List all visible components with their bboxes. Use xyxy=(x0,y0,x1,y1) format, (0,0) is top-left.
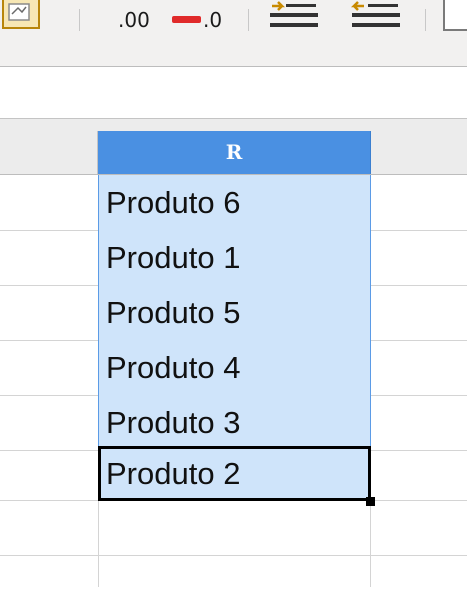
cell-text: Produto 1 xyxy=(106,240,241,275)
cell-r-5[interactable]: Produto 3 xyxy=(98,395,371,450)
border-icon[interactable] xyxy=(440,0,467,34)
sheet-header-divider xyxy=(0,118,467,132)
delete-decimal-place-button[interactable]: .0 xyxy=(203,9,222,31)
formula-bar-area xyxy=(0,67,467,118)
toolbar-separator xyxy=(248,9,249,31)
spreadsheet-grid: Produto 6 Produto 1 Produto 5 Produto 4 … xyxy=(0,175,467,587)
document-icon[interactable] xyxy=(2,0,40,36)
cell-r-1[interactable]: Produto 6 xyxy=(98,175,371,230)
cell-r-2[interactable]: Produto 1 xyxy=(98,230,371,285)
increase-indent-icon[interactable] xyxy=(268,0,320,32)
toolbar-bottom-area xyxy=(0,45,467,67)
empty-row[interactable] xyxy=(0,501,467,556)
cell-r-3[interactable]: Produto 5 xyxy=(98,285,371,340)
toolbar-separator xyxy=(425,9,426,31)
add-decimal-place-button[interactable]: .00 xyxy=(118,9,150,31)
active-cell[interactable]: Produto 2 xyxy=(98,446,371,501)
minus-icon[interactable] xyxy=(172,16,201,23)
column-header-row: R xyxy=(0,131,467,174)
column-header-previous[interactable] xyxy=(0,131,98,174)
add-decimal-label: .00 xyxy=(118,8,150,32)
cell-r-4[interactable]: Produto 4 xyxy=(98,340,371,395)
decrease-indent-icon[interactable] xyxy=(350,0,402,32)
cell-text: Produto 3 xyxy=(106,405,241,440)
cell-text: Produto 5 xyxy=(106,295,241,330)
toolbar-separator xyxy=(79,9,80,31)
toolbar: .00 .0 xyxy=(0,0,467,45)
empty-row[interactable] xyxy=(0,556,467,611)
cell-text: Produto 6 xyxy=(106,185,241,220)
column-header-next[interactable] xyxy=(371,131,467,174)
delete-decimal-label: .0 xyxy=(203,8,223,32)
column-header-label: R xyxy=(225,140,243,164)
column-header-r[interactable]: R xyxy=(98,131,371,174)
cell-text: Produto 2 xyxy=(106,456,241,491)
cell-text: Produto 4 xyxy=(106,350,241,385)
